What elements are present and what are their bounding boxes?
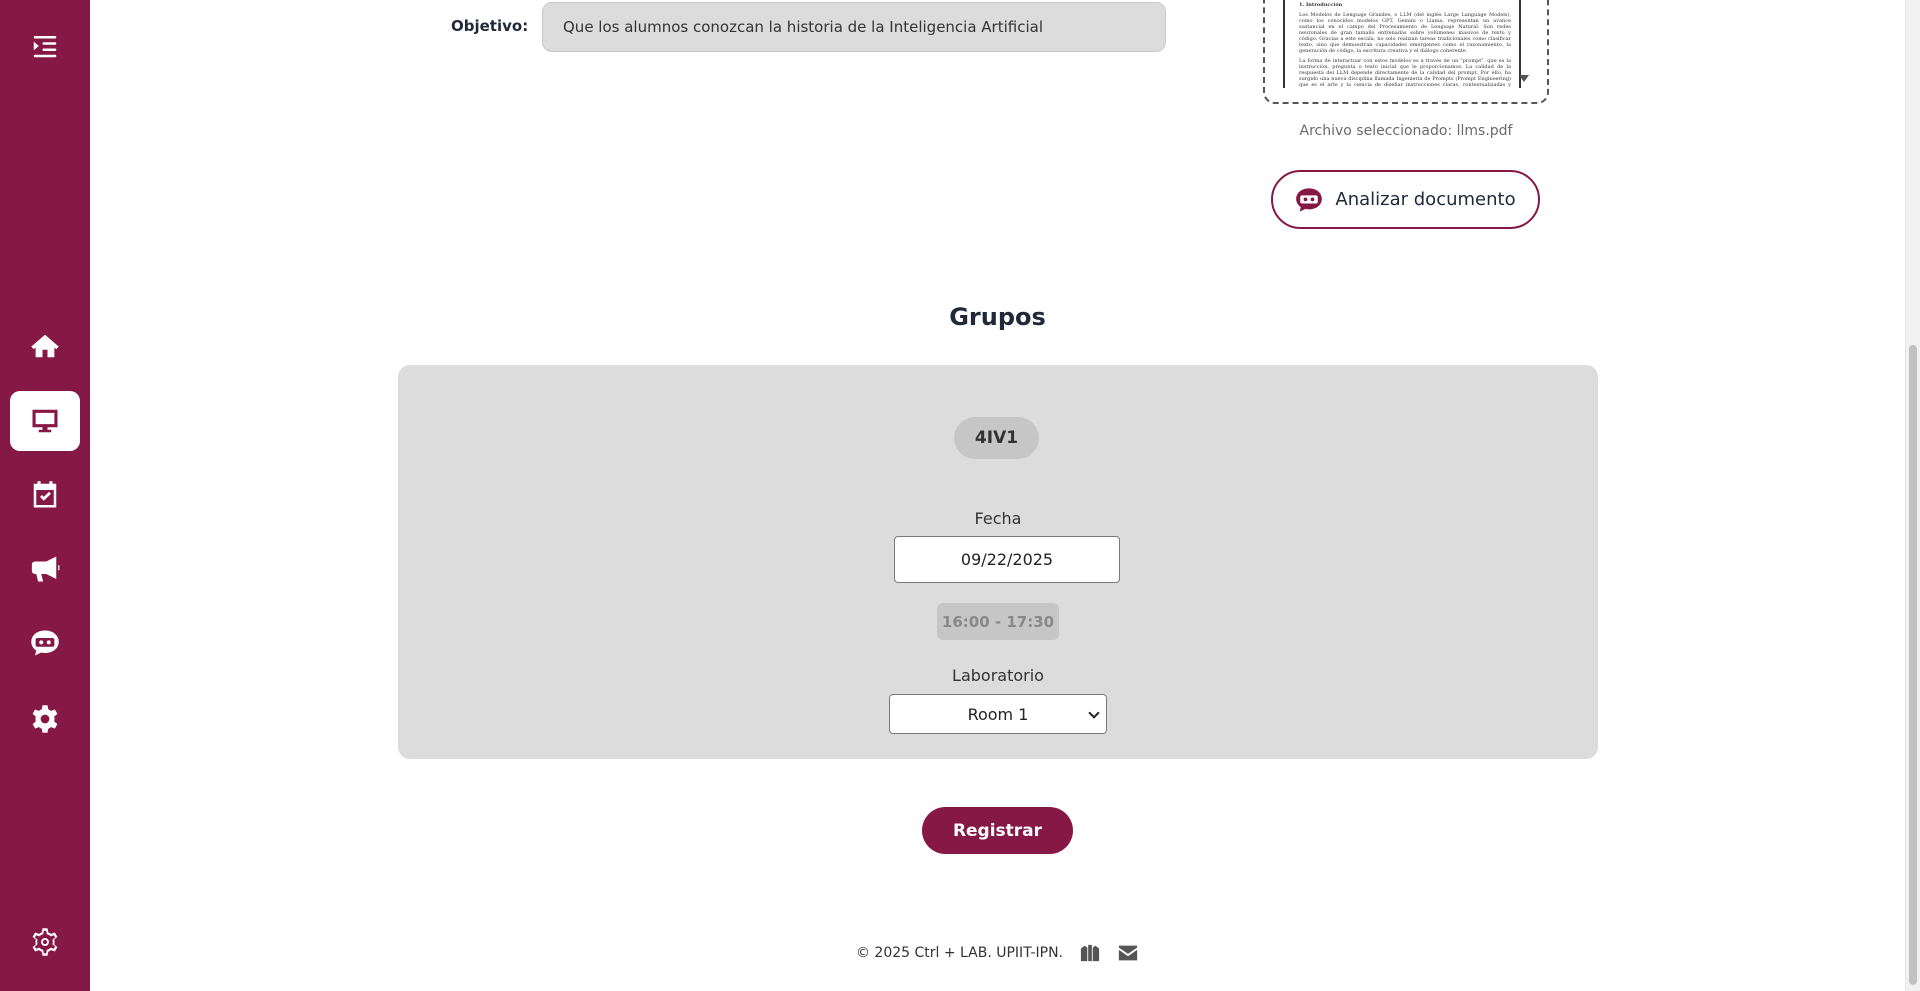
page-scrollbar[interactable] (1905, 0, 1920, 991)
objective-field[interactable]: Que los alumnos conozcan la historia de … (542, 2, 1166, 52)
lab-label: Laboratorio (952, 666, 1044, 685)
sidebar-item-preferences[interactable] (10, 912, 80, 972)
monitor-icon (32, 409, 58, 433)
sidebar-item-announcements[interactable] (10, 539, 80, 599)
selected-file-label: Archivo seleccionado: llms.pdf (1299, 123, 1513, 139)
chatbot-icon (31, 630, 59, 656)
objective-label: Objetivo: (451, 17, 529, 35)
sidebar-item-classes[interactable] (10, 391, 80, 451)
pdf-preview[interactable]: 1. Introducción Los Modelos de Lenguaje … (1263, 0, 1549, 104)
pdf-paragraph: Los Modelos de Lenguaje Grandes, o LLM (… (1299, 12, 1511, 54)
home-icon (31, 334, 59, 358)
sidebar-item-settings[interactable] (10, 689, 80, 749)
group-card: 4IV1 Fecha 09/22/2025 16:00 - 17:30 Labo… (398, 365, 1598, 759)
date-input[interactable]: 09/22/2025 (894, 536, 1120, 583)
lab-select[interactable]: Room 1 (889, 694, 1107, 734)
sidebar-item-chatbot[interactable] (10, 613, 80, 673)
date-label: Fecha (974, 509, 1022, 528)
calendar-check-icon (33, 481, 57, 508)
sidebar-item-home[interactable] (10, 316, 80, 376)
institution-icon[interactable] (1079, 943, 1101, 963)
pdf-paragraph: La forma de interactuar con estos modelo… (1299, 58, 1511, 88)
settings-icon (32, 705, 58, 733)
pdf-heading: 1. Introducción (1299, 2, 1343, 8)
menu-toggle-button[interactable] (10, 16, 80, 76)
analyze-document-label: Analizar documento (1335, 189, 1516, 210)
register-button[interactable]: Registrar (922, 807, 1073, 854)
megaphone-icon (31, 556, 60, 582)
chevron-down-icon (1088, 707, 1100, 719)
time-slot-badge: 16:00 - 17:30 (937, 603, 1059, 640)
gear-outline-icon (32, 928, 58, 956)
sidebar (0, 0, 90, 991)
sidebar-item-calendar[interactable] (10, 465, 80, 525)
group-name-badge: 4IV1 (954, 417, 1039, 459)
lab-select-value: Room 1 (967, 704, 1029, 724)
envelope-icon[interactable] (1117, 943, 1139, 963)
footer-copyright: © 2025 Ctrl + LAB. UPIIT-IPN. (855, 945, 1064, 961)
scrollbar-thumb[interactable] (1909, 345, 1917, 985)
chatbot-icon (1296, 187, 1323, 212)
analyze-document-button[interactable]: Analizar documento (1271, 170, 1540, 229)
groups-title: Grupos (949, 303, 1046, 331)
footer: © 2025 Ctrl + LAB. UPIIT-IPN. (90, 943, 1905, 963)
pdf-page: 1. Introducción Los Modelos de Lenguaje … (1283, 0, 1521, 88)
pdf-scroll-down-icon[interactable] (1519, 75, 1529, 82)
menu-toggle-icon (33, 36, 57, 58)
